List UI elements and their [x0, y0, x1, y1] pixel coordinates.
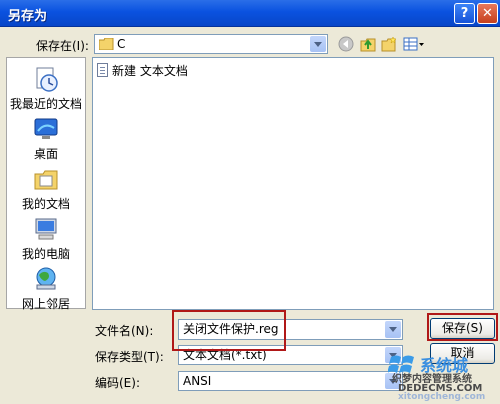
new-folder-icon[interactable] [381, 36, 397, 52]
place-label-network: 网上邻居 [21, 297, 70, 311]
encoding-label: 编码(E): [95, 376, 140, 390]
views-menu-icon[interactable] [403, 36, 425, 52]
save-in-combo[interactable]: C [94, 34, 328, 54]
filename-label: 文件名(N): [95, 324, 154, 338]
place-label-my-computer: 我的电脑 [21, 247, 70, 261]
place-recent-documents[interactable]: 我最近的文档 [7, 66, 85, 112]
encoding-select[interactable]: ANSI [178, 371, 403, 391]
help-button[interactable]: ? [454, 3, 475, 24]
place-my-computer[interactable]: 我的电脑 [7, 216, 85, 262]
chevron-down-icon[interactable] [310, 36, 326, 52]
up-folder-icon[interactable] [360, 36, 376, 52]
chevron-down-icon[interactable] [385, 321, 401, 338]
close-icon: ✕ [482, 6, 493, 21]
text-file-icon [97, 63, 108, 77]
help-icon: ? [460, 6, 469, 21]
save-in-value: C [117, 37, 126, 51]
filename-highlight-box [172, 310, 286, 351]
window-title: 另存为 [8, 9, 48, 24]
close-button[interactable]: ✕ [477, 3, 498, 24]
place-label-recent: 我最近的文档 [9, 97, 82, 111]
places-bar: 我最近的文档 桌面 我的文档 我的电脑 网上邻居 [6, 57, 86, 312]
encoding-value: ANSI [183, 374, 212, 388]
filetype-label: 保存类型(T): [95, 350, 164, 364]
save-button-highlight-box [427, 313, 498, 341]
file-name: 新建 文本文档 [112, 63, 188, 78]
desktop-icon [34, 118, 58, 139]
place-label-desktop: 桌面 [33, 147, 58, 161]
my-documents-icon [34, 170, 58, 190]
save-in-label: 保存在(I): [36, 39, 89, 53]
title-bar[interactable]: 另存为 ? ✕ [0, 0, 500, 27]
place-my-documents[interactable]: 我的文档 [7, 166, 85, 212]
back-icon[interactable] [338, 36, 354, 52]
watermark-url: xitongcheng.com [398, 392, 486, 402]
list-item[interactable]: 新建 文本文档 [97, 62, 188, 78]
recent-documents-icon [36, 67, 58, 92]
my-computer-icon [35, 218, 57, 240]
folder-icon [99, 38, 114, 50]
place-network[interactable]: 网上邻居 [7, 266, 85, 312]
place-desktop[interactable]: 桌面 [7, 116, 85, 162]
file-list[interactable]: 新建 文本文档 [92, 57, 494, 310]
place-label-my-documents: 我的文档 [21, 197, 70, 211]
network-places-icon [36, 267, 56, 290]
